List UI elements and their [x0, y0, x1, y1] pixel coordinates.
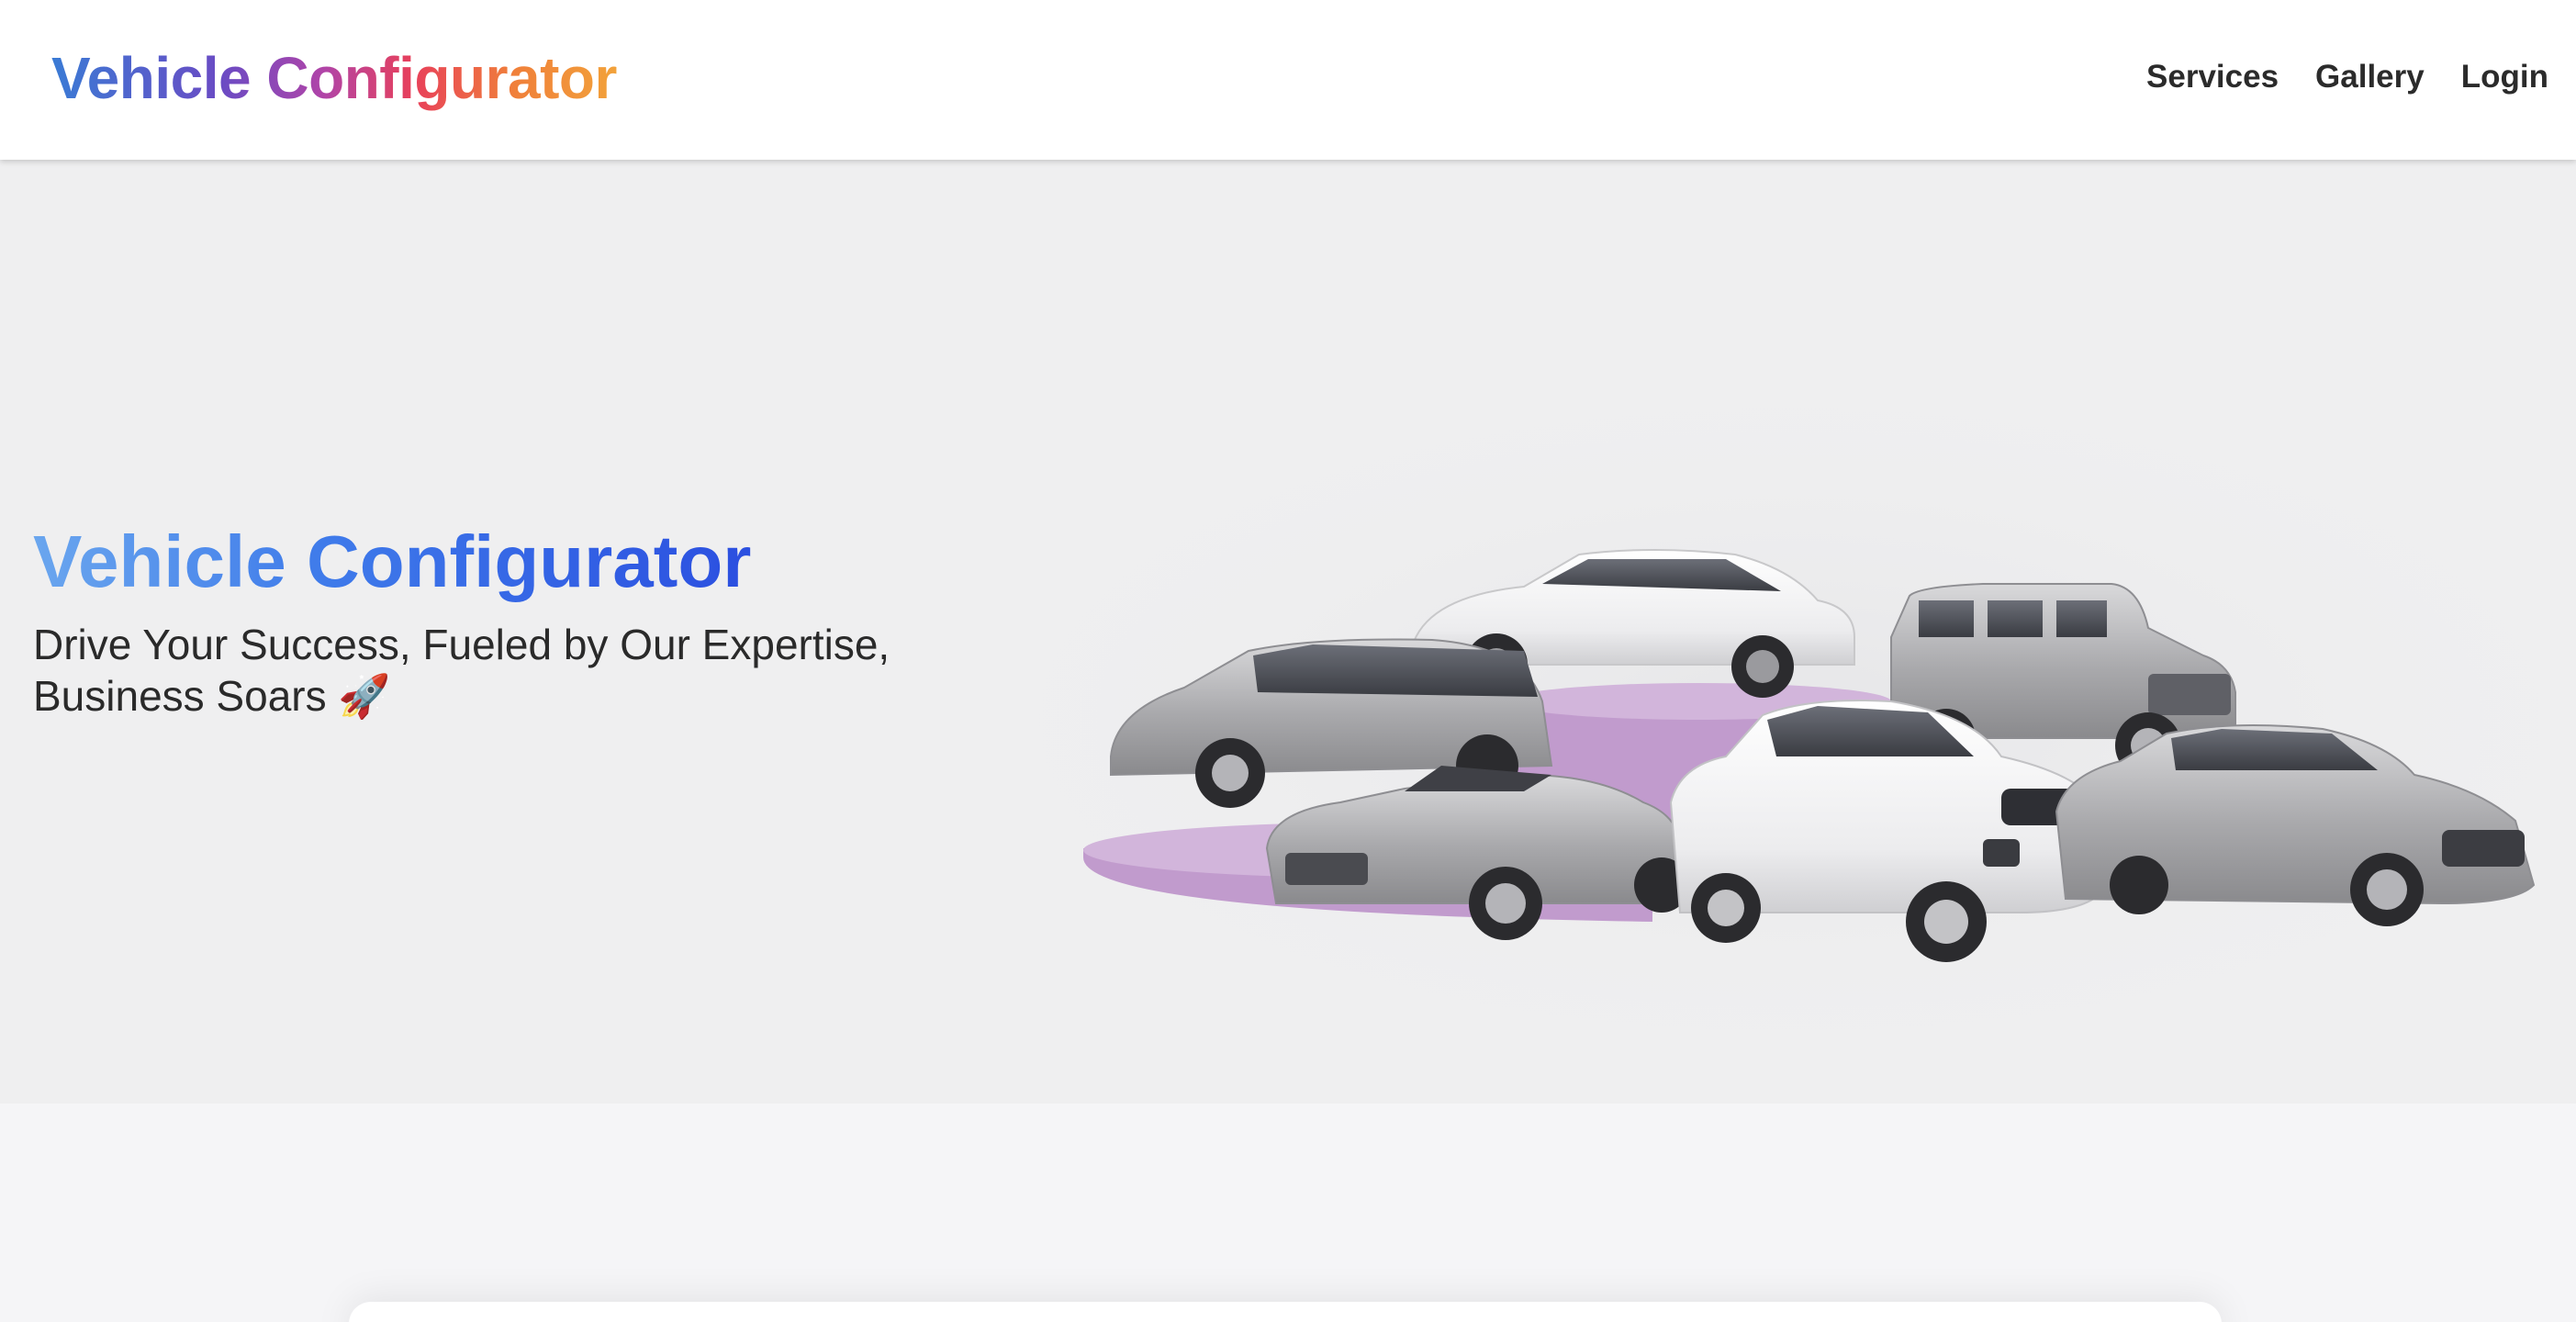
hero-subtitle: Drive Your Success, Fueled by Our Expert…: [33, 619, 951, 722]
rocket-icon: 🚀: [338, 671, 391, 721]
vehicle-lineup-image: [1037, 408, 2543, 1032]
content-card: [349, 1302, 2222, 1322]
hero-title: Vehicle Configurator: [33, 518, 751, 606]
top-navbar: Vehicle Configurator Services Gallery Lo…: [0, 0, 2576, 160]
hero-subtitle-line1: Drive Your Success, Fueled by Our Expert…: [33, 621, 890, 668]
hero-section: Vehicle Configurator Drive Your Success,…: [0, 160, 2576, 1104]
hero-subtitle-line2: Business Soars: [33, 672, 327, 720]
brand-logo-link[interactable]: Vehicle Configurator: [51, 40, 617, 116]
nav-login-link[interactable]: Login: [2461, 53, 2548, 101]
nav-links: Services Gallery Login: [2146, 53, 2548, 101]
nav-gallery-link[interactable]: Gallery: [2315, 53, 2425, 101]
nav-services-link[interactable]: Services: [2146, 53, 2279, 101]
lower-content-area: [0, 1104, 2576, 1322]
